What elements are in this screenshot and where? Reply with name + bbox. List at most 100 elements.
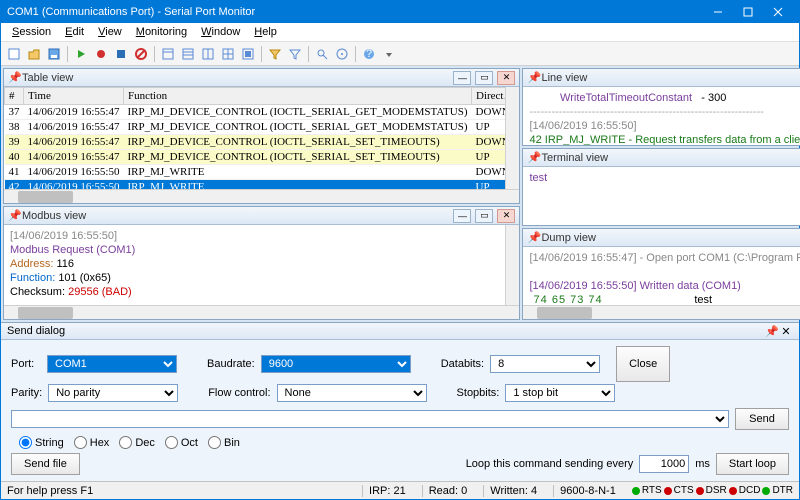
- view2-icon[interactable]: [179, 45, 197, 63]
- record-icon[interactable]: [92, 45, 110, 63]
- pane-max-icon[interactable]: ▭: [475, 71, 493, 85]
- table-row[interactable]: 4114/06/2019 16:55:50IRP_MJ_WRITEDOWN: [5, 165, 519, 180]
- send-pin-icon[interactable]: 📌: [765, 325, 779, 338]
- fmt-bin[interactable]: Bin: [208, 436, 240, 449]
- dropdown-icon[interactable]: [380, 45, 398, 63]
- pane-dump-view: 📌 Dump view — ▭ ✕ [14/06/2019 16:55:47] …: [522, 228, 800, 320]
- parity-label: Parity:: [11, 387, 42, 399]
- pane-title: Terminal view: [541, 152, 800, 164]
- scrollbar-h[interactable]: [523, 305, 800, 319]
- pane-max-icon[interactable]: ▭: [475, 209, 493, 223]
- loop-interval-input[interactable]: [639, 455, 689, 473]
- pane-title: Dump view: [541, 232, 800, 244]
- stop-icon[interactable]: [112, 45, 130, 63]
- pane-title: Line view: [541, 72, 800, 84]
- goto-icon[interactable]: [333, 45, 351, 63]
- pane-title: Modbus view: [22, 210, 449, 222]
- databits-label: Databits:: [441, 358, 484, 370]
- help-icon[interactable]: ?: [360, 45, 378, 63]
- signal-indicators: RTS CTS DSR DCD DTR: [632, 485, 793, 496]
- scrollbar-v[interactable]: [505, 87, 519, 189]
- pin-icon[interactable]: 📌: [527, 71, 537, 84]
- menubar: Session Edit View Monitoring Window Help: [1, 23, 799, 42]
- pin-icon[interactable]: 📌: [8, 71, 18, 84]
- fmt-oct[interactable]: Oct: [165, 436, 198, 449]
- filter-icon[interactable]: [266, 45, 284, 63]
- stopbits-select[interactable]: 1 stop bit: [505, 384, 615, 402]
- fmt-string[interactable]: String: [19, 436, 64, 449]
- close-button[interactable]: Close: [616, 346, 670, 382]
- port-select[interactable]: COM1: [47, 355, 177, 373]
- view3-icon[interactable]: [199, 45, 217, 63]
- send-title: Send dialog: [7, 325, 765, 337]
- menu-help[interactable]: Help: [247, 24, 284, 40]
- menu-window[interactable]: Window: [194, 24, 247, 40]
- col-time[interactable]: Time: [24, 88, 124, 105]
- parity-select[interactable]: No parity: [48, 384, 178, 402]
- menu-monitoring[interactable]: Monitoring: [129, 24, 194, 40]
- fmt-hex[interactable]: Hex: [74, 436, 110, 449]
- table-row[interactable]: 4014/06/2019 16:55:47IRP_MJ_DEVICE_CONTR…: [5, 150, 519, 165]
- save-icon[interactable]: [45, 45, 63, 63]
- flow-label: Flow control:: [208, 387, 270, 399]
- status-help: For help press F1: [7, 485, 93, 497]
- scrollbar-h[interactable]: [4, 305, 519, 319]
- fmt-dec[interactable]: Dec: [119, 436, 155, 449]
- pane-terminal-view: 📌 Terminal view — ▭ ✕ test: [522, 148, 800, 226]
- start-loop-button[interactable]: Start loop: [716, 453, 789, 475]
- menu-edit[interactable]: Edit: [58, 24, 91, 40]
- maximize-button[interactable]: [733, 1, 763, 23]
- terminal-content: test: [523, 167, 800, 189]
- play-icon[interactable]: [72, 45, 90, 63]
- loop-label: Loop this command sending every: [466, 458, 634, 470]
- titlebar: COM1 (Communications Port) - Serial Port…: [1, 1, 799, 23]
- menu-session[interactable]: Session: [5, 24, 58, 40]
- new-session-icon[interactable]: [5, 45, 23, 63]
- view5-icon[interactable]: [239, 45, 257, 63]
- command-input[interactable]: [11, 410, 729, 428]
- find-icon[interactable]: [313, 45, 331, 63]
- pane-line-view: 📌 Line view — ▭ ✕ WriteTotalTimeoutConst…: [522, 68, 800, 146]
- minimize-button[interactable]: [703, 1, 733, 23]
- view1-icon[interactable]: [159, 45, 177, 63]
- svg-text:?: ?: [366, 48, 372, 60]
- pane-close-icon[interactable]: ✕: [497, 71, 515, 85]
- filter2-icon[interactable]: [286, 45, 304, 63]
- table-row[interactable]: 3914/06/2019 16:55:47IRP_MJ_DEVICE_CONTR…: [5, 135, 519, 150]
- table-row[interactable]: 3714/06/2019 16:55:47IRP_MJ_DEVICE_CONTR…: [5, 105, 519, 120]
- pane-min-icon[interactable]: —: [453, 71, 471, 85]
- workarea: 📌 Table view — ▭ ✕ # Time Function Direc…: [1, 66, 799, 322]
- col-function[interactable]: Function: [123, 88, 471, 105]
- col-num[interactable]: #: [5, 88, 24, 105]
- table-row[interactable]: 3814/06/2019 16:55:47IRP_MJ_DEVICE_CONTR…: [5, 120, 519, 135]
- flow-select[interactable]: None: [277, 384, 427, 402]
- open-icon[interactable]: [25, 45, 43, 63]
- menu-view[interactable]: View: [91, 24, 129, 40]
- scrollbar-h[interactable]: [4, 189, 519, 203]
- send-close-icon[interactable]: ✕: [779, 325, 793, 338]
- close-button[interactable]: [763, 1, 793, 23]
- port-label: Port:: [11, 358, 41, 370]
- pin-icon[interactable]: 📌: [527, 231, 537, 244]
- send-button[interactable]: Send: [735, 408, 789, 430]
- loop-unit: ms: [695, 458, 710, 470]
- send-file-button[interactable]: Send file: [11, 453, 80, 475]
- pause-icon[interactable]: [132, 45, 150, 63]
- statusbar: For help press F1 IRP: 21 Read: 0 Writte…: [1, 481, 799, 499]
- pin-icon[interactable]: 📌: [527, 151, 537, 164]
- scrollbar-v[interactable]: [505, 225, 519, 305]
- view4-icon[interactable]: [219, 45, 237, 63]
- pane-table-view: 📌 Table view — ▭ ✕ # Time Function Direc…: [3, 68, 520, 204]
- pane-close-icon[interactable]: ✕: [497, 209, 515, 223]
- window-title: COM1 (Communications Port) - Serial Port…: [7, 6, 703, 18]
- databits-select[interactable]: 8: [490, 355, 600, 373]
- pin-icon[interactable]: 📌: [8, 209, 18, 222]
- baud-select[interactable]: 9600: [261, 355, 411, 373]
- packet-table[interactable]: # Time Function Direct… 3714/06/2019 16:…: [4, 87, 519, 189]
- dump-content: [14/06/2019 16:55:47] - Open port COM1 (…: [523, 247, 800, 305]
- pane-title: Table view: [22, 72, 449, 84]
- pane-min-icon[interactable]: —: [453, 209, 471, 223]
- line-content: WriteTotalTimeoutConstant - 300 --------…: [523, 87, 800, 145]
- table-row[interactable]: 4214/06/2019 16:55:50IRP_MJ_WRITEUP: [5, 180, 519, 190]
- format-radios: String Hex Dec Oct Bin: [11, 436, 240, 449]
